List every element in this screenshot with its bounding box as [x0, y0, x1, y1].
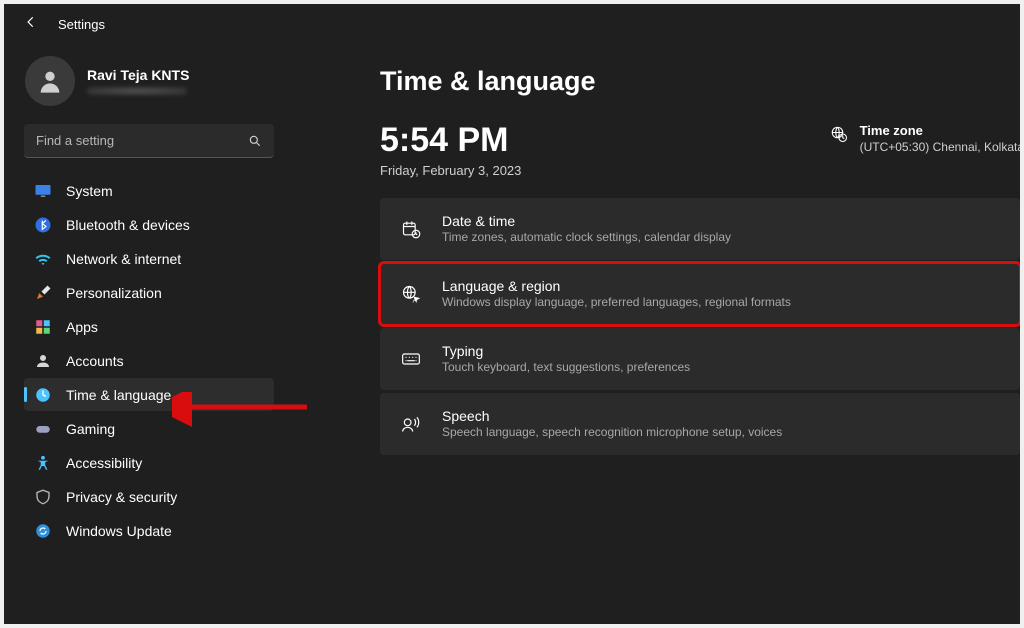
sidebar-item-personalization[interactable]: Personalization [24, 276, 274, 309]
sidebar-item-label: Windows Update [66, 523, 172, 539]
timezone-label: Time zone [860, 123, 1020, 140]
timezone-icon [830, 125, 848, 143]
globe-language-icon: A [400, 283, 422, 305]
speech-icon [400, 413, 422, 435]
profile-email-redacted [87, 87, 187, 95]
card-speech[interactable]: Speech Speech language, speech recogniti… [380, 393, 1020, 455]
sidebar-item-network[interactable]: Network & internet [24, 242, 274, 275]
card-title: Typing [442, 342, 690, 360]
monitor-icon [34, 182, 52, 200]
card-title: Speech [442, 407, 782, 425]
bluetooth-icon [34, 216, 52, 234]
accessibility-icon [34, 454, 52, 472]
card-sub: Time zones, automatic clock settings, ca… [442, 230, 731, 246]
card-sub: Speech language, speech recognition micr… [442, 425, 782, 441]
card-sub: Touch keyboard, text suggestions, prefer… [442, 360, 690, 376]
update-icon [34, 522, 52, 540]
timezone-value: (UTC+05:30) Chennai, Kolkata [860, 140, 1020, 154]
nav: System Bluetooth & devices Network & int… [24, 174, 274, 547]
sidebar-item-apps[interactable]: Apps [24, 310, 274, 343]
sidebar-item-label: Apps [66, 319, 98, 335]
card-title: Date & time [442, 212, 731, 230]
sidebar-item-label: Personalization [66, 285, 162, 301]
settings-cards: Date & time Time zones, automatic clock … [380, 198, 1020, 455]
card-typing[interactable]: Typing Touch keyboard, text suggestions,… [380, 328, 1020, 390]
gamepad-icon [34, 420, 52, 438]
current-time: 5:54 PM [380, 123, 521, 157]
sidebar-item-time-language[interactable]: Time & language [24, 378, 274, 411]
sidebar-item-label: Network & internet [66, 251, 181, 267]
sidebar-item-update[interactable]: Windows Update [24, 514, 274, 547]
sidebar-item-label: Accounts [66, 353, 124, 369]
profile-block[interactable]: Ravi Teja KNTS [24, 56, 274, 106]
card-title: Language & region [442, 277, 791, 295]
sidebar-item-label: Privacy & security [66, 489, 177, 505]
sidebar-item-label: Gaming [66, 421, 115, 437]
search-box[interactable] [24, 124, 274, 158]
profile-name: Ravi Teja KNTS [87, 67, 189, 84]
back-button[interactable] [24, 15, 38, 34]
person-icon [34, 352, 52, 370]
timezone-block[interactable]: Time zone (UTC+05:30) Chennai, Kolkata [830, 123, 1020, 154]
card-sub: Windows display language, preferred lang… [442, 295, 791, 311]
paintbrush-icon [34, 284, 52, 302]
sidebar-item-label: Bluetooth & devices [66, 217, 190, 233]
sidebar-item-accessibility[interactable]: Accessibility [24, 446, 274, 479]
app-title: Settings [58, 17, 105, 32]
sidebar-item-label: Time & language [66, 387, 171, 403]
settings-window: Settings Ravi Teja KNTS System [4, 4, 1020, 624]
search-input[interactable] [36, 133, 248, 148]
search-icon [248, 134, 262, 148]
time-summary: 5:54 PM Friday, February 3, 2023 Time zo… [380, 123, 1020, 178]
titlebar: Settings [4, 4, 1020, 44]
sidebar-item-accounts[interactable]: Accounts [24, 344, 274, 377]
main-panel: Time & language 5:54 PM Friday, February… [284, 44, 1020, 624]
sidebar-item-system[interactable]: System [24, 174, 274, 207]
card-language-region[interactable]: A Language & region Windows display lang… [380, 263, 1020, 325]
wifi-icon [34, 250, 52, 268]
page-title: Time & language [380, 66, 1020, 97]
apps-icon [34, 318, 52, 336]
avatar [25, 56, 75, 106]
card-date-time[interactable]: Date & time Time zones, automatic clock … [380, 198, 1020, 260]
sidebar-item-label: Accessibility [66, 455, 142, 471]
shield-icon [34, 488, 52, 506]
sidebar: Ravi Teja KNTS System Bluetooth & device… [4, 44, 284, 624]
sidebar-item-label: System [66, 183, 113, 199]
sidebar-item-privacy[interactable]: Privacy & security [24, 480, 274, 513]
sidebar-item-bluetooth[interactable]: Bluetooth & devices [24, 208, 274, 241]
clock-globe-icon [34, 386, 52, 404]
calendar-clock-icon [400, 218, 422, 240]
keyboard-icon [400, 348, 422, 370]
current-date: Friday, February 3, 2023 [380, 163, 521, 178]
sidebar-item-gaming[interactable]: Gaming [24, 412, 274, 445]
svg-text:A: A [413, 297, 418, 304]
